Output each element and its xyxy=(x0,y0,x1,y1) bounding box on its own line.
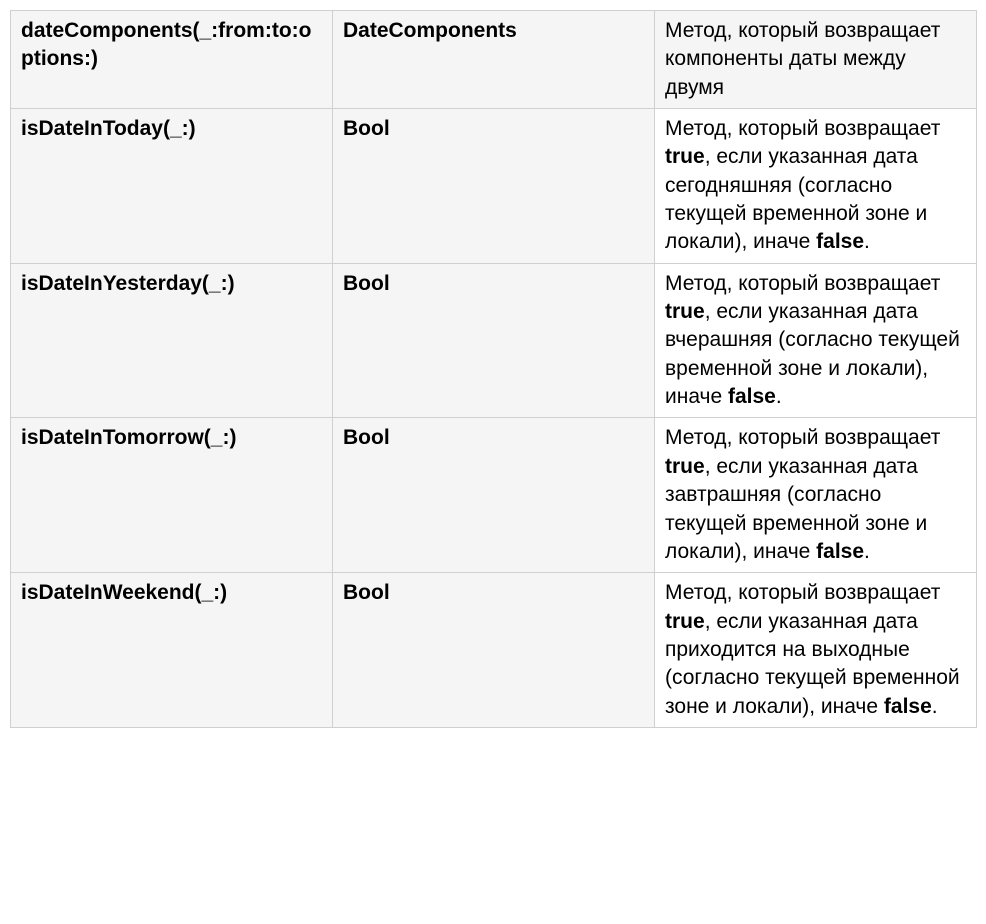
table-row: dateComponents(_:from:to:options:) DateC… xyxy=(11,11,977,109)
return-type-cell: Bool xyxy=(333,573,655,728)
return-type-cell: Bool xyxy=(333,109,655,264)
description-cell: Метод, который возвращает true, если ука… xyxy=(655,263,977,418)
desc-text: . xyxy=(864,230,870,253)
desc-bold: false xyxy=(728,385,776,408)
desc-bold: true xyxy=(665,610,705,633)
desc-text: , если указанная дата сегодняшняя (согла… xyxy=(665,145,927,253)
desc-bold: true xyxy=(665,300,705,323)
table-row: isDateInTomorrow(_:) Bool Метод, который… xyxy=(11,418,977,573)
desc-text: Метод, который возвращает xyxy=(665,426,940,449)
desc-text: , если указанная дата завтрашняя (соглас… xyxy=(665,455,927,563)
table-row: isDateInWeekend(_:) Bool Метод, который … xyxy=(11,573,977,728)
table-body: dateComponents(_:from:to:options:) DateC… xyxy=(11,11,977,728)
return-type-cell: Bool xyxy=(333,418,655,573)
desc-bold: true xyxy=(665,455,705,478)
method-name-cell: isDateInWeekend(_:) xyxy=(11,573,333,728)
desc-text: Метод, который возвращает xyxy=(665,272,940,295)
method-name-cell: dateComponents(_:from:to:options:) xyxy=(11,11,333,109)
description-cell: Метод, который возвращает true, если ука… xyxy=(655,418,977,573)
return-type-cell: Bool xyxy=(333,263,655,418)
desc-text: . xyxy=(776,385,782,408)
desc-text: . xyxy=(932,695,938,718)
desc-bold: true xyxy=(665,145,705,168)
table-row: isDateInYesterday(_:) Bool Метод, которы… xyxy=(11,263,977,418)
desc-bold: false xyxy=(816,540,864,563)
desc-text: Метод, который возвращает xyxy=(665,117,940,140)
desc-bold: false xyxy=(816,230,864,253)
table-row: isDateInToday(_:) Bool Метод, который во… xyxy=(11,109,977,264)
desc-text: , если указанная дата вчерашняя (согласн… xyxy=(665,300,960,408)
desc-text: . xyxy=(864,540,870,563)
methods-table: dateComponents(_:from:to:options:) DateC… xyxy=(10,10,977,728)
method-name-cell: isDateInYesterday(_:) xyxy=(11,263,333,418)
return-type-cell: DateComponents xyxy=(333,11,655,109)
description-cell: Метод, который возвращает true, если ука… xyxy=(655,109,977,264)
desc-bold: false xyxy=(884,695,932,718)
description-cell: Метод, который возвращает компоненты дат… xyxy=(655,11,977,109)
desc-text: Метод, который возвращает xyxy=(665,581,940,604)
method-name-cell: isDateInToday(_:) xyxy=(11,109,333,264)
method-name-cell: isDateInTomorrow(_:) xyxy=(11,418,333,573)
description-cell: Метод, который возвращает true, если ука… xyxy=(655,573,977,728)
